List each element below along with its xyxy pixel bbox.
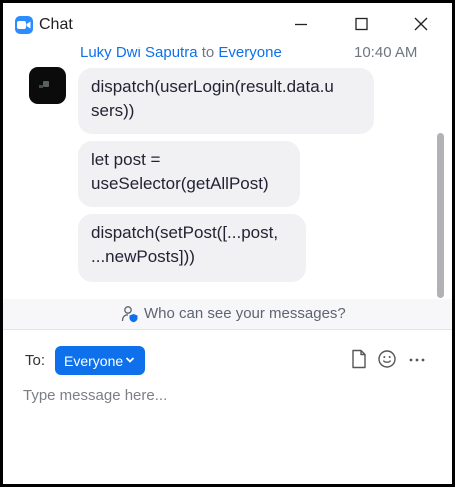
privacy-notice-label: Who can see your messages?: [144, 305, 346, 322]
message-bubble[interactable]: dispatch(userLogin(result.data.u sers)): [78, 68, 374, 134]
window-title: Chat: [39, 16, 73, 33]
zoom-camera-icon: [15, 16, 33, 34]
message-bubble[interactable]: dispatch(setPost([...post, ...newPosts])…: [78, 214, 306, 282]
title-bar: Chat: [3, 3, 452, 47]
close-icon: [414, 17, 428, 31]
message-line: dispatch(setPost([...post,: [91, 223, 279, 242]
message-list[interactable]: Luky Dwi Saputra to Everyone 10:40 AM di…: [3, 47, 452, 299]
sender-name[interactable]: Luky Dwi Saputra: [80, 47, 198, 61]
message-meta: Luky Dwi Saputra to Everyone: [80, 47, 282, 61]
file-icon[interactable]: [348, 348, 370, 370]
avatar-image-detail: [39, 85, 43, 88]
maximize-button[interactable]: [349, 12, 373, 36]
message-line: useSelector(getAllPost): [91, 174, 269, 193]
recipient-name[interactable]: Everyone: [218, 47, 281, 61]
message-line: ...newPosts])): [91, 247, 195, 266]
more-icon[interactable]: [406, 348, 428, 370]
message-time: 10:40 AM: [354, 47, 418, 61]
scrollbar-thumb[interactable]: [437, 133, 444, 298]
to-word: to: [201, 47, 215, 61]
minimize-icon: [295, 23, 307, 26]
recipient-dropdown[interactable]: Everyone: [55, 346, 145, 375]
avatar[interactable]: [29, 67, 66, 104]
message-line: dispatch(userLogin(result.data.u: [91, 77, 334, 96]
user-shield-icon: [121, 306, 138, 323]
message-bubble[interactable]: let post = useSelector(getAllPost): [78, 141, 300, 207]
privacy-notice[interactable]: Who can see your messages?: [3, 299, 452, 329]
message-line: let post =: [91, 150, 161, 169]
emoji-icon[interactable]: [376, 348, 398, 370]
divider: [3, 329, 452, 330]
recipient-dropdown-label: Everyone: [64, 353, 124, 369]
avatar-image: [43, 81, 49, 87]
maximize-icon: [355, 17, 368, 31]
message-line: sers)): [91, 101, 135, 120]
to-label: To:: [25, 352, 46, 369]
message-input[interactable]: [23, 383, 423, 407]
close-button[interactable]: [409, 12, 433, 36]
chat-window: Chat Luky Dwi Saputra to Everyone 10:40 …: [3, 3, 452, 484]
minimize-button[interactable]: [289, 12, 313, 36]
chevron-down-icon: [125, 357, 135, 363]
